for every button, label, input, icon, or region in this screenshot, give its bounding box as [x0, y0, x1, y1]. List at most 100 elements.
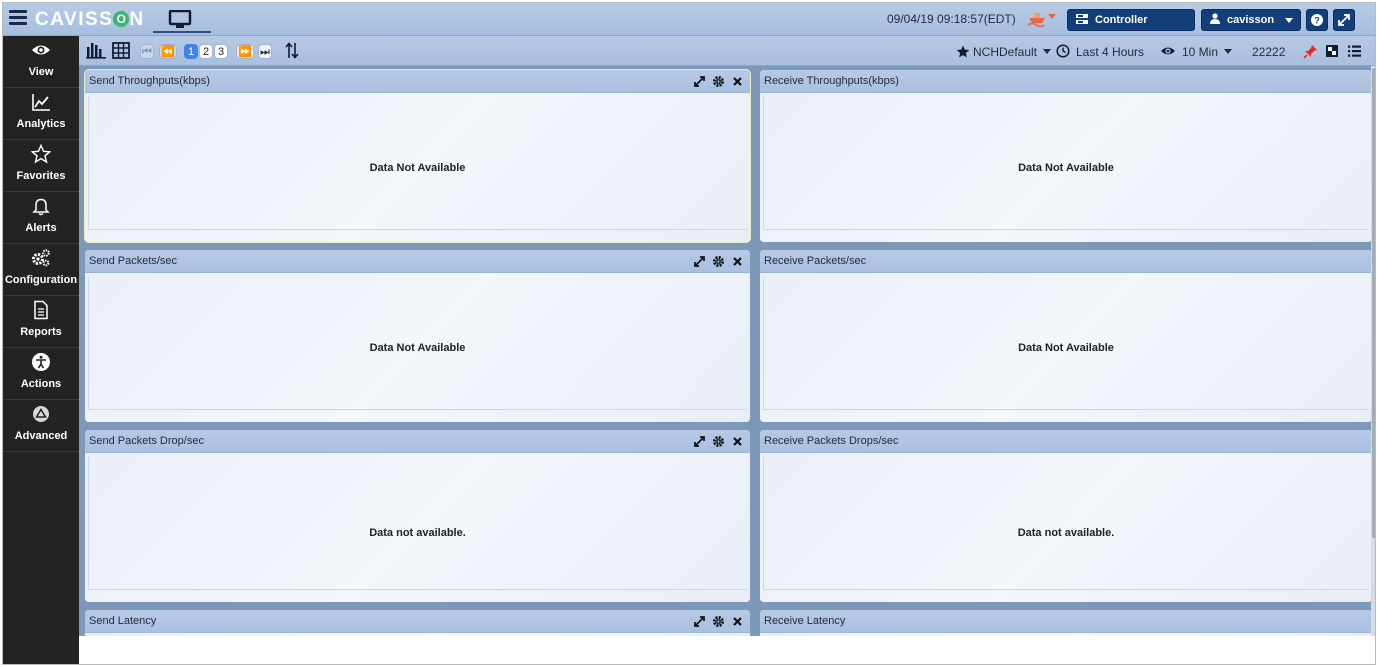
widget-title: Send Latency — [89, 615, 157, 627]
pin-icon[interactable] — [1303, 44, 1318, 59]
widget-header: Send Throughputs(kbps) — [85, 70, 750, 93]
dashboard-toolbar: ⏮ ⏪ 1 2 3 ⏩ ⏭ NCHDefault Last 4 Hours 10… — [79, 36, 1375, 66]
no-data-message: Data Not Available — [369, 161, 466, 174]
widget-send-throughputs[interactable]: Send Throughputs(kbps) Data Not Availabl… — [85, 70, 750, 242]
widget-title: Receive Packets Drops/sec — [764, 435, 899, 447]
gear-icon[interactable] — [712, 435, 725, 448]
document-icon — [34, 300, 48, 320]
server-icon — [1076, 13, 1088, 27]
star-icon — [31, 144, 51, 164]
app-window: CAVISS O N 09/04/19 09:18:57(EDT) Controll… — [2, 2, 1376, 665]
page-3-button[interactable]: 3 — [214, 44, 228, 59]
maximize-icon[interactable] — [693, 615, 706, 628]
widget-header: Receive Latency — [760, 610, 1372, 633]
previous-page-button[interactable]: ⏪ — [159, 44, 177, 59]
page-2-button[interactable]: 2 — [199, 44, 213, 59]
sidebar-item-favorites[interactable]: Favorites — [3, 140, 79, 192]
svg-text:?: ? — [1314, 16, 1320, 26]
ship-icon[interactable] — [1026, 9, 1058, 28]
hamburger-icon[interactable] — [9, 10, 27, 26]
monitor-icon — [168, 10, 192, 28]
widget-header: Send Packets Drop/sec — [85, 430, 750, 453]
help-icon: ? — [1311, 14, 1323, 26]
expand-icon — [1338, 14, 1350, 26]
no-data-message: Data Not Available — [1018, 341, 1114, 354]
gears-icon — [32, 249, 50, 267]
eye-icon — [32, 45, 50, 55]
user-icon — [1210, 13, 1220, 27]
accessibility-icon — [32, 353, 50, 371]
widget-title: Send Packets/sec — [89, 255, 178, 267]
sidebar: View Analytics Favorites Alerts Configur… — [3, 36, 79, 664]
widget-header: Send Latency — [85, 610, 750, 633]
chevron-down-icon — [1285, 18, 1293, 23]
sidebar-item-reports[interactable]: Reports — [3, 296, 79, 348]
layout-icon[interactable] — [1325, 44, 1339, 58]
list-icon[interactable] — [1347, 44, 1362, 58]
widget-send-packets-drop[interactable]: Send Packets Drop/sec Data not available… — [85, 430, 750, 602]
help-button[interactable]: ? — [1306, 9, 1328, 31]
widget-header: Receive Throughputs(kbps) — [760, 70, 1372, 93]
widget-header: Receive Packets Drops/sec — [760, 430, 1372, 453]
next-page-button[interactable]: ⏩ — [236, 44, 254, 59]
sidebar-item-alerts[interactable]: Alerts — [3, 192, 79, 244]
sidebar-item-actions[interactable]: Actions — [3, 348, 79, 400]
maximize-icon[interactable] — [693, 435, 706, 448]
top-header: CAVISS O N 09/04/19 09:18:57(EDT) Controll… — [3, 3, 1375, 36]
logo: CAVISS O N — [35, 9, 145, 30]
sidebar-item-configuration[interactable]: Configuration — [3, 244, 79, 296]
widget-title: Send Packets Drop/sec — [89, 435, 204, 447]
time-range-selector[interactable]: Last 4 Hours — [1076, 45, 1144, 59]
sidebar-item-analytics[interactable]: Analytics — [3, 88, 79, 140]
table-grid-icon[interactable] — [112, 42, 130, 59]
sort-icon[interactable] — [285, 42, 299, 59]
gear-icon[interactable] — [712, 255, 725, 268]
widget-send-latency[interactable]: Send Latency — [85, 610, 750, 636]
close-icon[interactable] — [731, 75, 744, 88]
page-1-button[interactable]: 1 — [184, 44, 198, 59]
gear-icon[interactable] — [712, 615, 725, 628]
widget-header: Send Packets/sec — [85, 250, 750, 273]
dashboard-area: Send Throughputs(kbps) Data Not Availabl… — [79, 66, 1375, 636]
favorite-dropdown[interactable]: NCHDefault — [973, 45, 1052, 59]
sidebar-item-view[interactable]: View — [3, 36, 79, 88]
widget-receive-packets-drops[interactable]: Receive Packets Drops/sec Data not avail… — [760, 430, 1372, 602]
no-data-message: Data not available. — [1017, 527, 1115, 540]
widget-receive-packets[interactable]: Receive Packets/sec Data Not Available — [760, 250, 1372, 422]
advanced-icon — [33, 406, 49, 422]
current-datetime: 09/04/19 09:18:57(EDT) — [887, 12, 1016, 26]
bell-icon — [32, 198, 50, 216]
session-count: 22222 — [1252, 45, 1286, 59]
first-page-button[interactable]: ⏮ — [140, 44, 154, 59]
star-filled-icon — [956, 45, 970, 58]
no-data-message: Data Not Available — [369, 341, 466, 354]
widget-title: Receive Latency — [764, 615, 846, 627]
widget-title: Receive Throughputs(kbps) — [764, 75, 899, 87]
close-icon[interactable] — [731, 435, 744, 448]
last-page-button[interactable]: ⏭ — [258, 44, 272, 59]
no-data-message: Data not available. — [369, 527, 466, 540]
scrollbar-thumb[interactable] — [1372, 68, 1375, 538]
interval-dropdown[interactable]: 10 Min — [1182, 45, 1233, 59]
fullscreen-button[interactable] — [1333, 9, 1355, 31]
clock-icon — [1056, 44, 1070, 58]
close-icon[interactable] — [731, 255, 744, 268]
close-icon[interactable] — [731, 615, 744, 628]
monitor-tab[interactable] — [153, 7, 211, 33]
chart-line-icon — [32, 94, 50, 111]
widget-receive-latency[interactable]: Receive Latency — [760, 610, 1372, 636]
sidebar-item-advanced[interactable]: Advanced — [3, 400, 79, 452]
bar-chart-icon[interactable] — [85, 41, 107, 59]
dashboard-scrollbar[interactable] — [1371, 66, 1375, 636]
widget-send-packets[interactable]: Send Packets/sec Data Not Available — [85, 250, 750, 422]
gear-icon[interactable] — [712, 75, 725, 88]
widget-header: Receive Packets/sec — [760, 250, 1372, 273]
maximize-icon[interactable] — [693, 75, 706, 88]
no-data-message: Data Not Available — [1018, 161, 1114, 174]
user-menu-button[interactable]: cavisson — [1201, 9, 1301, 31]
chevron-down-icon — [1043, 49, 1052, 54]
chevron-down-icon — [1224, 49, 1233, 54]
controller-button[interactable]: Controller — [1067, 9, 1195, 31]
maximize-icon[interactable] — [693, 255, 706, 268]
widget-receive-throughputs[interactable]: Receive Throughputs(kbps) Data Not Avail… — [760, 70, 1372, 242]
